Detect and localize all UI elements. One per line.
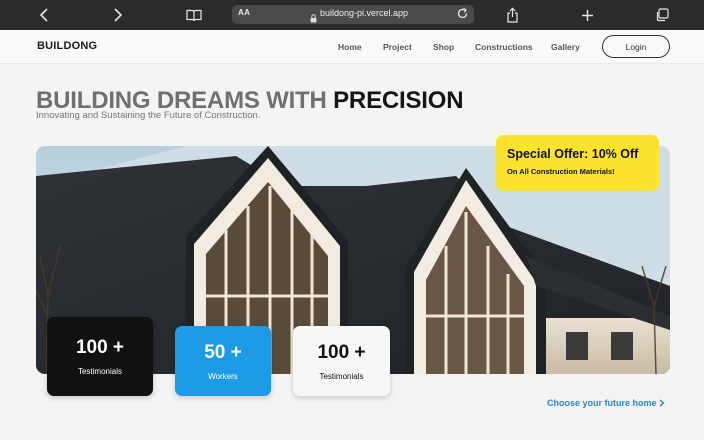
stat-card-workers: 50 + Workers bbox=[175, 326, 271, 396]
nav-link-shop[interactable]: Shop bbox=[433, 42, 454, 52]
stat-label: Testimonials bbox=[319, 371, 364, 381]
plus-icon[interactable] bbox=[577, 5, 597, 25]
stat-value: 50 + bbox=[204, 341, 242, 363]
choose-home-label: Choose your future home bbox=[547, 398, 657, 408]
lock-icon bbox=[310, 10, 317, 28]
site-navbar: BUILDONG Home Project Shop Constructions… bbox=[0, 30, 704, 64]
brand-logo[interactable]: BUILDONG bbox=[37, 40, 97, 52]
share-icon[interactable] bbox=[502, 5, 522, 25]
stat-card-testimonials-2: 100 + Testimonials bbox=[293, 326, 390, 396]
reader-button[interactable]: AA bbox=[238, 8, 250, 17]
stat-value: 100 + bbox=[317, 341, 366, 363]
nav-link-gallery[interactable]: Gallery bbox=[551, 42, 580, 52]
choose-home-link[interactable]: Choose your future home bbox=[547, 398, 665, 408]
login-button[interactable]: Login bbox=[602, 35, 670, 58]
reload-icon[interactable] bbox=[456, 7, 469, 25]
nav-link-constructions[interactable]: Constructions bbox=[475, 42, 533, 52]
hero-subtitle: Innovating and Sustaining the Future of … bbox=[36, 110, 261, 121]
chevron-right-icon bbox=[659, 398, 665, 408]
offer-title: Special Offer: 10% Off bbox=[507, 147, 639, 161]
address-bar[interactable]: AA buildong-pi.vercel.app bbox=[232, 5, 474, 24]
forward-icon[interactable] bbox=[108, 5, 128, 25]
headline-emphasis: PRECISION bbox=[333, 87, 464, 114]
offer-subtitle: On All Construction Materials! bbox=[507, 167, 615, 176]
tabs-icon[interactable] bbox=[652, 5, 672, 25]
stat-label: Workers bbox=[208, 371, 238, 381]
stat-value: 100 + bbox=[75, 337, 125, 358]
book-icon[interactable] bbox=[184, 5, 204, 25]
stat-card-testimonials: 100 + Testimonials bbox=[47, 317, 153, 396]
nav-link-home[interactable]: Home bbox=[338, 42, 362, 52]
nav-link-project[interactable]: Project bbox=[383, 42, 412, 52]
stat-label: Testimonials bbox=[77, 367, 122, 376]
url-text: buildong-pi.vercel.app bbox=[320, 8, 409, 18]
back-icon[interactable] bbox=[34, 5, 54, 25]
special-offer-card: Special Offer: 10% Off On All Constructi… bbox=[496, 135, 659, 191]
browser-toolbar: AA buildong-pi.vercel.app bbox=[0, 0, 704, 30]
